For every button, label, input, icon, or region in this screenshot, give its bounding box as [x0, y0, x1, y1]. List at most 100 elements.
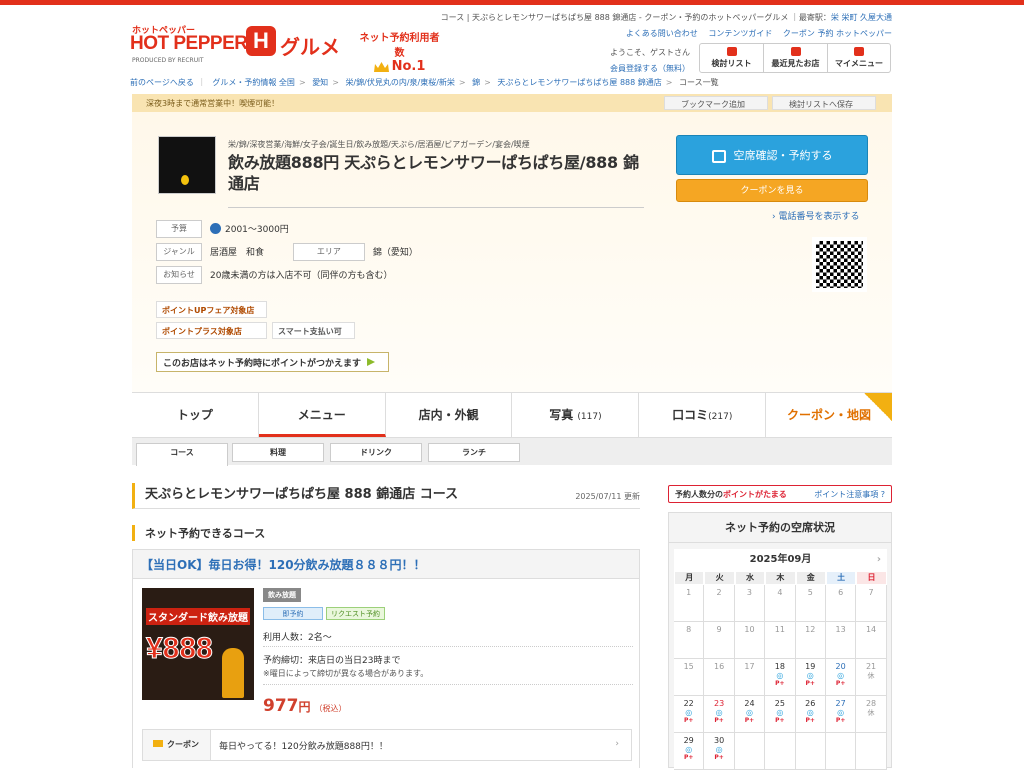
calendar-day: 4 [765, 585, 796, 622]
tel-link[interactable]: › 電話番号を表示する [772, 209, 859, 222]
back-link[interactable]: 前のページへ戻る [130, 78, 194, 87]
availability-mark: ◎ [715, 708, 723, 717]
budget-icon [210, 223, 221, 234]
point-plus-icon: P+ [835, 717, 846, 724]
point-bar[interactable]: このお店はネット予約時にポイントがつかえます [156, 352, 389, 372]
tab-reviews[interactable]: 口コミ(217) [639, 393, 767, 437]
weekday-mon: 月 [674, 571, 705, 585]
crumb-area[interactable]: 栄/錦/伏見丸の内/泉/東桜/新栄 [345, 78, 454, 87]
tab-top[interactable]: トップ [132, 393, 259, 437]
calendar-day[interactable]: 25 ◎ P+ [765, 696, 796, 733]
welcome-area: ようこそ、ゲストさん 会員登録する（無料） [610, 45, 690, 77]
calendar-day-number: 18 [774, 662, 785, 671]
calendar-day-number: 14 [865, 625, 877, 634]
course-image-label: スタンダード飲み放題 [146, 608, 250, 625]
mymenu-button[interactable]: マイメニュー [828, 44, 890, 72]
calendar-day: 6 [825, 585, 857, 622]
course-title[interactable]: 【当日OK】毎日お得！120分飲み放題８８８円！！ [133, 550, 639, 579]
calendar-day[interactable]: 24 ◎ P+ [734, 696, 766, 733]
availability-mark: ◎ [776, 671, 784, 680]
tab-photos[interactable]: 写真 (117) [512, 393, 640, 437]
price-value: 977 [263, 696, 299, 716]
point-terms-link[interactable]: ポイント注意事項 ? [814, 489, 885, 500]
calendar-day-number: 20 [835, 662, 846, 671]
smart-pay-chip[interactable]: スマート支払い可 [272, 322, 355, 339]
crumb-shop[interactable]: 天ぷらとレモンサワーぱちぱち屋 888 錦通店 [497, 78, 661, 87]
shop-thumbnail[interactable] [158, 136, 216, 194]
recent-button[interactable]: 最近見たお店 [764, 44, 828, 72]
point-plus-chip[interactable]: ポイントプラス対象店 [156, 322, 267, 339]
reserve-button[interactable]: 空席確認・予約する [676, 135, 868, 175]
crumb-aichi[interactable]: 愛知 [312, 78, 328, 87]
point-up-chip[interactable]: ポイントUPフェア対象店 [156, 301, 267, 318]
section-title: ネット予約できるコース [132, 525, 265, 541]
calendar-day[interactable]: 29 ◎ P+ [674, 733, 705, 770]
tab-photos-label: 写真 [549, 408, 574, 422]
coupon-reserve-link[interactable]: クーポン 予約 ホットペッパー [783, 29, 892, 38]
wishlist-button[interactable]: 検討リスト [700, 44, 764, 72]
calendar-day: 15 [674, 659, 705, 696]
divider [263, 684, 633, 685]
check-badge: CHECK [863, 393, 892, 429]
station-links[interactable]: 栄 栄町 久屋大通 [831, 13, 892, 22]
availability-mark: ◎ [837, 708, 845, 717]
availability-title: ネット予約の空席状況 [669, 513, 891, 543]
tab-interior[interactable]: 店内・外観 [386, 393, 513, 437]
availability-calendar: 2025年09月 › 月 火 水 木 金 土 日 1 2 3 4 5 6 7 8 9 10 11 12 1… [674, 549, 887, 770]
calendar-day[interactable]: 20 ◎ P+ [825, 659, 857, 696]
calendar-day-number: 1 [686, 588, 692, 597]
instant-badge: 即予約 [263, 607, 323, 620]
crumb-nishiki[interactable]: 錦 [472, 78, 480, 87]
next-month-icon[interactable]: › [877, 549, 881, 571]
closed-mark: 休 [867, 672, 875, 680]
bookmark-button[interactable]: ブックマーク追加 [664, 96, 768, 110]
save-list-button[interactable]: 検討リストへ保存 [772, 96, 876, 110]
crumb-national[interactable]: グルメ・予約情報 全国 [212, 78, 295, 87]
coupon-label-text: クーポン [167, 740, 199, 749]
subtab-drink[interactable]: ドリンク [330, 443, 422, 462]
course-image[interactable]: スタンダード飲み放題 ¥888 [142, 588, 254, 700]
register-link[interactable]: 会員登録する（無料） [610, 64, 690, 73]
coupon-row[interactable]: クーポン 毎日やってる！120分飲み放題888円！！ › [142, 729, 632, 761]
check-badge-text: CHECK [868, 408, 890, 430]
calendar-day[interactable]: 19 ◎ P+ [795, 659, 826, 696]
point-plus-icon: P+ [835, 680, 846, 687]
calendar-day: 12 [795, 622, 826, 659]
subtab-food[interactable]: 料理 [232, 443, 324, 462]
reserve-label: 空席確認・予約する [733, 149, 833, 162]
coupon-button[interactable]: クーポンを見る [676, 179, 868, 202]
faq-link[interactable]: よくある問い合わせ [626, 29, 698, 38]
calendar-day[interactable]: 26 ◎ P+ [795, 696, 826, 733]
calendar-day[interactable]: 22 ◎ P+ [674, 696, 705, 733]
divider [228, 207, 644, 208]
site-logo[interactable]: ホットペッパー HOT PEPPER H グルメ PRODUCED BY REC… [130, 23, 345, 68]
notice-row: お知らせ 20歳未満の方は入店不可（同伴の方も含む） [156, 266, 392, 284]
calendar-day-number: 3 [746, 588, 753, 597]
price-tax: （税込） [314, 704, 347, 713]
bookmark-label: ブックマーク追加 [681, 100, 745, 109]
tab-menu[interactable]: メニュー [258, 393, 386, 437]
course-image-price: ¥888 [146, 632, 214, 666]
calendar-month-label: 2025年09月 [749, 554, 812, 565]
availability-mark: ◎ [715, 745, 723, 754]
calendar-day[interactable]: 30 ◎ P+ [704, 733, 735, 770]
guide-link[interactable]: コンテンツガイド [708, 29, 772, 38]
tab-reviews-label: 口コミ [672, 408, 709, 422]
tab-coupon-map[interactable]: クーポン・地図 CHECK [766, 393, 892, 437]
calendar-day [825, 733, 857, 770]
calendar-day: 8 [674, 622, 705, 659]
crumb-current: コース一覧 [679, 78, 719, 87]
calendar-week: 1 2 3 4 5 6 7 [674, 585, 887, 622]
subtab-course[interactable]: コース [136, 443, 228, 466]
calendar-day: 2 [704, 585, 735, 622]
sidebar: 予約人数分のポイントがたまる ポイント注意事項 ? ネット予約の空席状況 2025… [668, 485, 892, 770]
calendar-day[interactable]: 23 ◎ P+ [704, 696, 735, 733]
availability-mark: ◎ [745, 708, 753, 717]
point-plus-icon: P+ [775, 680, 785, 687]
ticket-icon [153, 740, 163, 747]
calendar-day[interactable]: 18 ◎ P+ [765, 659, 796, 696]
subtab-lunch[interactable]: ランチ [428, 443, 520, 462]
calendar-day[interactable]: 27 ◎ P+ [825, 696, 857, 733]
calendar-day-number: 9 [716, 625, 722, 634]
shop-name: 飲み放題888円 天ぷらとレモンサワーぱちぱち屋/888 錦通店 [228, 153, 639, 193]
